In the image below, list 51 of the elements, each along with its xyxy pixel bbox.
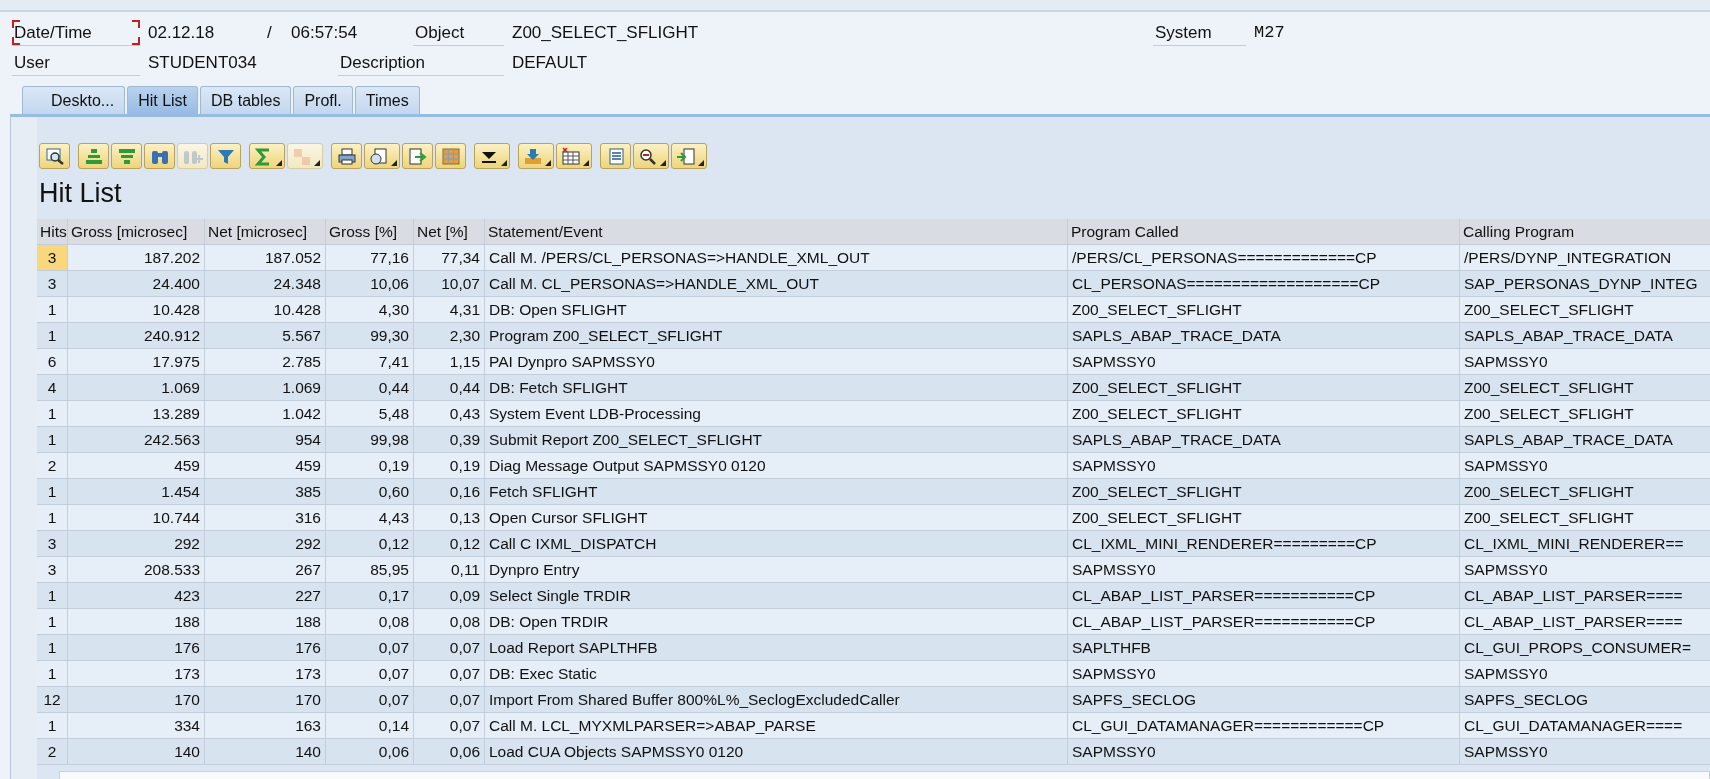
magnifier-icon — [44, 146, 65, 166]
tab[interactable]: Hit List — [127, 86, 199, 114]
sort-descending-icon — [116, 146, 137, 166]
sort-ascending-icon — [83, 146, 104, 166]
separator-text: / — [267, 22, 273, 44]
table-cell: SAPMSSY0 — [1460, 739, 1710, 765]
tab[interactable]: DB tables — [200, 86, 292, 114]
dropdown-arrow-icon — [583, 160, 589, 166]
zoom-out-icon — [638, 146, 658, 166]
table-cell: 0,06 — [326, 739, 414, 765]
table-cell: 140 — [68, 739, 205, 765]
document-arrow-icon — [407, 146, 428, 166]
field-label: Description — [338, 50, 504, 76]
table-cell: 3 — [37, 245, 68, 271]
tab[interactable]: Profl. — [293, 86, 353, 114]
insert-rows-icon — [676, 146, 696, 166]
dropdown-arrow-icon — [501, 160, 507, 166]
list-title: Hit List — [38, 177, 123, 210]
table-cell: SAPMSSY0 — [1068, 739, 1460, 765]
field-label: User — [12, 50, 140, 76]
toolbar-button[interactable] — [474, 143, 510, 169]
dropdown-arrow-icon — [660, 160, 666, 166]
table-cell: Load CUA Objects SAPMSSY0 0120 — [485, 739, 1068, 765]
download-tray-icon — [523, 146, 543, 166]
toolbar-button[interactable] — [633, 143, 669, 169]
grid-icon — [440, 146, 461, 166]
description-value: DEFAULT — [511, 52, 588, 74]
spreadsheet-icon — [561, 146, 581, 166]
toolbar-button[interactable] — [364, 143, 400, 169]
field-label: System — [1153, 20, 1246, 46]
dropdown-arrow-icon — [314, 160, 320, 166]
dropdown-arrow-icon — [545, 160, 551, 166]
field-label: Date/Time — [12, 20, 140, 46]
table-cell: 140 — [205, 739, 326, 765]
time-value: 06:57:54 — [290, 22, 359, 44]
toolbar-button[interactable] — [39, 143, 70, 169]
table-cell: 2 — [37, 739, 68, 765]
system-value: M27 — [1253, 22, 1285, 44]
subtotal-icon — [292, 146, 312, 166]
toolbar-button[interactable] — [556, 143, 592, 169]
dropdown-arrow-icon — [698, 160, 704, 166]
tab[interactable]: Deskto... — [22, 86, 126, 114]
printer-icon — [336, 146, 357, 166]
field-label: Object — [413, 20, 504, 46]
user-value: STUDENT034 — [147, 52, 258, 74]
date-value: 02.12.18 — [147, 22, 216, 44]
tab[interactable]: Times — [354, 86, 420, 114]
table-cell: 0,06 — [414, 739, 485, 765]
dropdown-arrow-icon — [391, 160, 397, 166]
object-value: Z00_SELECT_SFLIGHT — [511, 22, 700, 44]
dropdown-arrow-icon — [276, 160, 282, 166]
